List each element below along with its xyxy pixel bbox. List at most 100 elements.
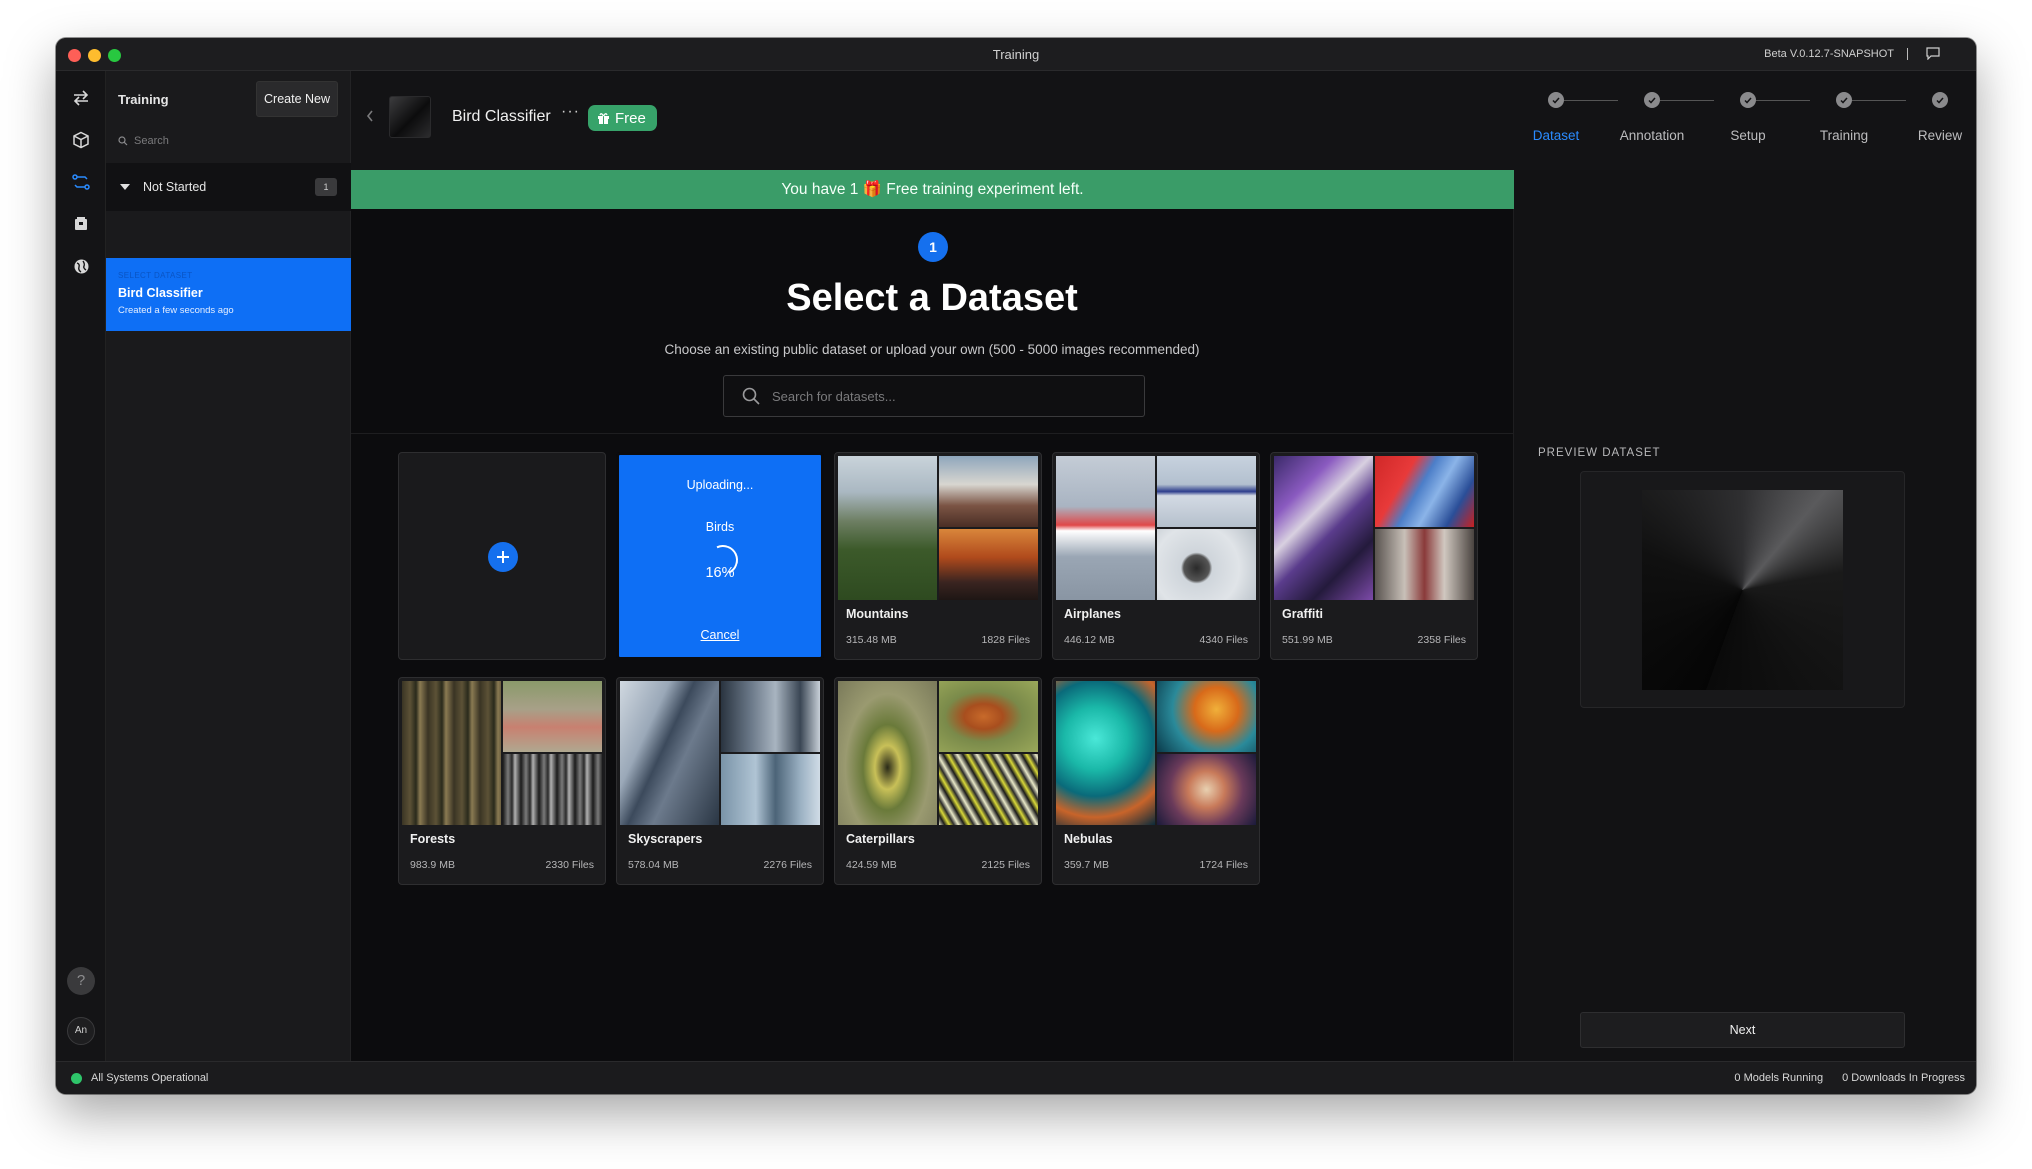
dataset-preview-image <box>1056 456 1256 600</box>
dataset-preview-image <box>1274 456 1474 600</box>
check-icon <box>1648 97 1656 104</box>
training-icon[interactable] <box>71 172 91 192</box>
dataset-title: Graffiti <box>1282 607 1323 621</box>
dataset-preview-image <box>402 681 602 825</box>
user-avatar[interactable]: An <box>67 1017 95 1045</box>
sidebar-search <box>118 132 338 150</box>
downloads-in-progress: 0 Downloads In Progress <box>1842 1072 1965 1084</box>
tab-review[interactable]: Review <box>1890 128 1976 143</box>
add-dataset-button[interactable] <box>488 542 518 572</box>
tab-annotation[interactable]: Annotation <box>1602 128 1702 143</box>
group-count-badge: 1 <box>315 178 337 196</box>
page-subtitle: Choose an existing public dataset or upl… <box>664 342 1200 357</box>
dataset-card-caterpillars[interactable]: Caterpillars 424.59 MB 2125 Files <box>834 677 1042 885</box>
dataset-preview-image <box>1056 681 1256 825</box>
package-icon[interactable] <box>71 214 91 234</box>
feedback-chat-icon[interactable] <box>1926 47 1940 60</box>
title-separator <box>1907 48 1908 60</box>
preview-panel: PREVIEW DATASET Next <box>1514 170 1976 1061</box>
dataset-card-mountains[interactable]: Mountains 315.48 MB 1828 Files <box>834 452 1042 660</box>
dataset-selection: 1 Select a Dataset Choose an existing pu… <box>351 209 1514 1061</box>
dataset-files: 2330 Files <box>545 859 594 871</box>
upload-status: Uploading... <box>686 478 754 492</box>
plus-icon <box>497 551 509 563</box>
cube-icon[interactable] <box>71 130 91 150</box>
back-chevron-icon[interactable] <box>365 109 375 123</box>
step-training-dot[interactable] <box>1836 92 1852 108</box>
step-annotation-dot[interactable] <box>1644 92 1660 108</box>
dataset-size: 315.48 MB <box>846 634 897 646</box>
dataset-card-airplanes[interactable]: Airplanes 446.12 MB 4340 Files <box>1052 452 1260 660</box>
system-status: All Systems Operational <box>91 1072 209 1084</box>
check-icon <box>1840 97 1848 104</box>
next-button[interactable]: Next <box>1580 1012 1905 1048</box>
step-dataset-dot[interactable] <box>1548 92 1564 108</box>
project-created: Created a few seconds ago <box>118 305 234 316</box>
check-icon <box>1936 97 1944 104</box>
dataset-card-nebulas[interactable]: Nebulas 359.7 MB 1724 Files <box>1052 677 1260 885</box>
dataset-files: 4340 Files <box>1199 634 1248 646</box>
main-header: Bird Classifier ··· Free Dataset Annotat… <box>351 71 1976 170</box>
status-bar: All Systems Operational 0 Models Running… <box>56 1061 1976 1094</box>
dataset-size: 983.9 MB <box>410 859 455 871</box>
more-options-button[interactable]: ··· <box>561 103 580 121</box>
icon-rail: ? An <box>56 71 106 1061</box>
dataset-preview-image <box>838 681 1038 825</box>
group-label: Not Started <box>143 180 207 194</box>
dataset-files: 1724 Files <box>1199 859 1248 871</box>
title-bar: Training Beta V.0.12.7-SNAPSHOT <box>56 38 1976 71</box>
version-label: Beta V.0.12.7-SNAPSHOT <box>1764 48 1894 60</box>
caret-down-icon <box>120 184 130 190</box>
dataset-size: 578.04 MB <box>628 859 679 871</box>
dataset-search-input[interactable] <box>772 388 1112 404</box>
dataset-title: Mountains <box>846 607 909 621</box>
upload-progress-card: Uploading... Birds 16% Cancel <box>616 452 824 660</box>
step-review-dot[interactable] <box>1932 92 1948 108</box>
dataset-card-skyscrapers[interactable]: Skyscrapers 578.04 MB 2276 Files <box>616 677 824 885</box>
dataset-size: 446.12 MB <box>1064 634 1115 646</box>
sidebar-search-input[interactable] <box>134 135 314 147</box>
page-title: Select a Dataset <box>786 277 1078 319</box>
project-item-bird-classifier[interactable]: SELECT DATASET Bird Classifier Created a… <box>106 258 351 331</box>
tab-training[interactable]: Training <box>1794 128 1894 143</box>
dataset-files: 2276 Files <box>763 859 812 871</box>
gift-icon <box>598 112 609 124</box>
dataset-size: 551.99 MB <box>1282 634 1333 646</box>
upload-dataset-name: Birds <box>705 520 735 534</box>
step-connector <box>1852 100 1906 101</box>
preview-frame <box>1580 471 1905 708</box>
preview-image <box>1642 490 1843 690</box>
status-indicator <box>71 1073 82 1084</box>
free-badge-label: Free <box>615 109 646 127</box>
step-setup-dot[interactable] <box>1740 92 1756 108</box>
dataset-files: 1828 Files <box>981 634 1030 646</box>
free-experiment-banner: You have 1 🎁 Free training experiment le… <box>351 170 1514 209</box>
tab-setup[interactable]: Setup <box>1698 128 1798 143</box>
add-dataset-card[interactable] <box>398 452 606 660</box>
dataset-title: Nebulas <box>1064 832 1113 846</box>
check-icon <box>1552 97 1560 104</box>
swap-icon[interactable] <box>71 88 91 108</box>
dataset-size: 424.59 MB <box>846 859 897 871</box>
divider <box>351 433 1513 434</box>
step-connector <box>1756 100 1810 101</box>
app-window: Training Beta V.0.12.7-SNAPSHOT ? An Tra… <box>56 38 1976 1094</box>
search-icon <box>742 387 760 405</box>
dataset-card-forests[interactable]: Forests 983.9 MB 2330 Files <box>398 677 606 885</box>
dataset-preview-image <box>838 456 1038 600</box>
globe-icon[interactable] <box>71 256 91 276</box>
help-button[interactable]: ? <box>67 967 95 995</box>
cancel-upload-link[interactable]: Cancel <box>619 628 821 642</box>
header-project-name: Bird Classifier <box>452 108 551 125</box>
upload-percent: 16% <box>705 565 735 581</box>
step-connector <box>1660 100 1714 101</box>
dataset-card-graffiti[interactable]: Graffiti 551.99 MB 2358 Files <box>1270 452 1478 660</box>
dataset-title: Skyscrapers <box>628 832 703 846</box>
group-not-started[interactable]: Not Started 1 <box>106 163 351 211</box>
dataset-files: 2358 Files <box>1417 634 1466 646</box>
create-new-button[interactable]: Create New <box>256 81 338 117</box>
preview-label: PREVIEW DATASET <box>1538 447 1661 459</box>
dataset-files: 2125 Files <box>981 859 1030 871</box>
stepper: Dataset Annotation Setup Training Review <box>1476 71 1976 170</box>
tab-dataset[interactable]: Dataset <box>1506 128 1606 143</box>
